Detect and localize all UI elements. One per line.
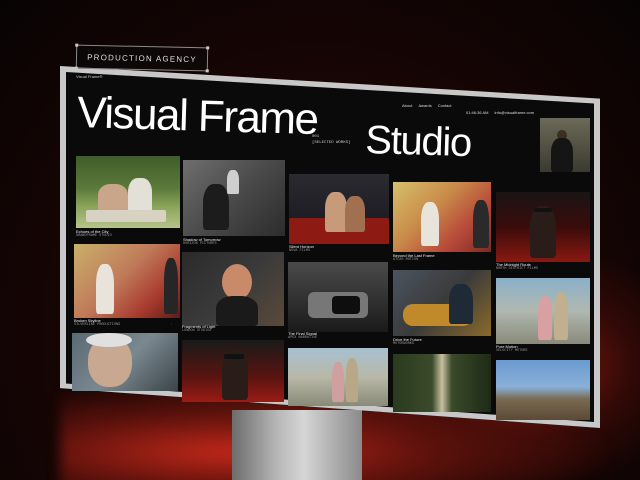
work-caption[interactable]: The Midnight Route NORTH DISTRICT FILMS xyxy=(496,262,538,272)
work-caption[interactable]: Beyond the Last Frame ATLAS MOTION xyxy=(393,253,435,263)
clock-text: 01:46:36 AM xyxy=(466,110,489,115)
hero-title-studio: Studio xyxy=(364,118,472,166)
work-thumbnail-fragments-of-light[interactable] xyxy=(182,252,284,326)
nav-contact[interactable]: Contact xyxy=(438,103,452,108)
work-studio: LONDON STUDIOS xyxy=(182,329,212,333)
header-meta: 01:46:36 AM info@visualframe.com xyxy=(466,110,534,115)
work-thumbnail-portrait-man[interactable] xyxy=(72,333,178,391)
work-studio: MOTORWORKS xyxy=(393,342,415,346)
work-thumbnail-echoes[interactable] xyxy=(76,156,180,228)
work-thumbnail-midnight-route[interactable] xyxy=(496,192,590,262)
work-caption[interactable]: Pure Motion VELOCITY MOTORS xyxy=(496,344,528,354)
work-thumbnail-couple-street[interactable] xyxy=(288,348,388,406)
hero-portrait-thumbnail[interactable] xyxy=(540,118,590,172)
work-thumbnail-silent-horizon[interactable] xyxy=(289,174,389,244)
work-studio: VELOCITY MOTORS xyxy=(496,349,528,353)
work-thumbnail-shadow[interactable] xyxy=(183,160,285,236)
work-thumbnail-pure-motion[interactable] xyxy=(496,278,590,344)
work-studio: GRANDFRAME STUDIO xyxy=(76,234,112,238)
page-counter: ◦ xyxy=(171,322,173,326)
work-thumbnail-beyond[interactable] xyxy=(393,182,491,252)
site-logo[interactable]: Visual Frame® xyxy=(76,74,102,79)
nav-awards[interactable]: Awards xyxy=(418,103,431,108)
work-caption[interactable]: Drive the Future MOTORWORKS xyxy=(393,337,422,347)
selected-works-text: [SELECTED WORKS] xyxy=(312,141,351,145)
work-thumbnail-final-signal[interactable] xyxy=(288,262,388,332)
monitor-stand xyxy=(232,410,362,480)
work-caption[interactable]: Silent Horizon NOVA FILMS xyxy=(289,244,314,254)
badge-label: PRODUCTION AGENCY xyxy=(87,52,197,64)
work-caption[interactable]: The Final Signal APEX NARRATIVE xyxy=(288,331,317,341)
work-studio: NORTH DISTRICT FILMS xyxy=(496,267,539,271)
work-studio: ATLAS MOTION xyxy=(393,258,419,262)
hero-title: Visual Frame xyxy=(76,88,319,145)
work-studio: APEX NARRATIVE xyxy=(288,336,318,340)
work-caption[interactable]: Shadow of Tomorrow HORIZON PICTURES xyxy=(183,237,221,247)
work-thumbnail-red-seats[interactable] xyxy=(182,340,284,402)
work-studio: NOVA FILMS xyxy=(289,249,311,253)
work-caption[interactable]: Fragments of Light LONDON STUDIOS xyxy=(182,324,215,334)
work-thumbnail-broken-skyline[interactable] xyxy=(74,244,180,318)
email-link[interactable]: info@visualframe.com xyxy=(494,110,534,115)
main-nav: About Awards Contact xyxy=(402,103,452,108)
production-agency-badge: PRODUCTION AGENCY xyxy=(74,43,210,73)
work-studio: SILVERLINE PRODUCTIONS xyxy=(74,323,121,327)
work-thumbnail-forest-valley[interactable] xyxy=(393,354,491,412)
selected-index: 001 xyxy=(312,135,320,139)
work-caption[interactable]: Broken Skyline SILVERLINE PRODUCTIONS xyxy=(74,318,120,328)
nav-about[interactable]: About xyxy=(402,103,412,108)
work-studio: HORIZON PICTURES xyxy=(183,242,217,246)
selected-works-label: 001 [SELECTED WORKS] xyxy=(312,134,350,146)
work-thumbnail-drive-the-future[interactable] xyxy=(393,270,491,336)
work-thumbnail-hollywood-hills[interactable] xyxy=(496,360,590,420)
work-caption[interactable]: Echoes of the City GRANDFRAME STUDIO xyxy=(76,229,112,239)
